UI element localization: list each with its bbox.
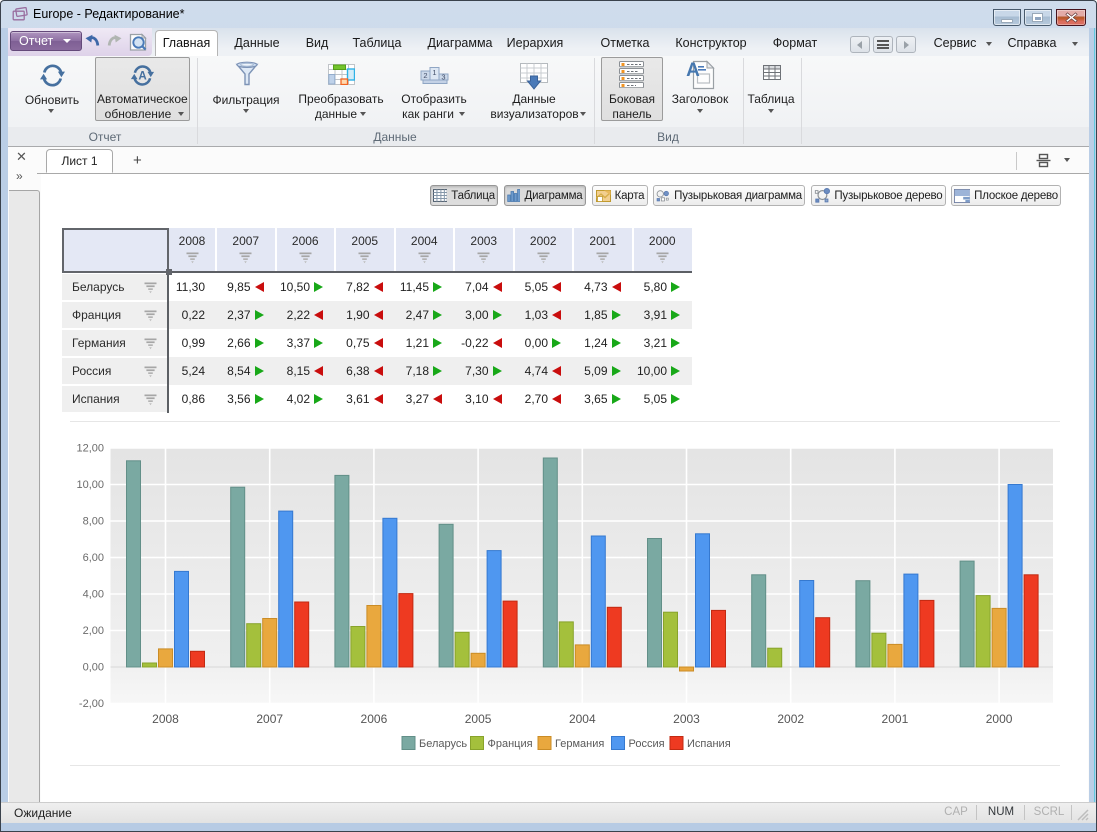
svg-text:4,00: 4,00: [83, 589, 104, 601]
svg-text:0,00: 0,00: [83, 662, 104, 674]
svg-text:2,00: 2,00: [83, 625, 104, 637]
svg-text:2002: 2002: [777, 712, 804, 726]
svg-text:8,00: 8,00: [83, 516, 104, 528]
svg-text:2004: 2004: [569, 712, 596, 726]
svg-text:2001: 2001: [882, 712, 909, 726]
svg-text:Беларусь: Беларусь: [419, 738, 467, 750]
svg-text:Испания: Испания: [687, 738, 731, 750]
svg-text:Россия: Россия: [629, 738, 665, 750]
svg-text:10,00: 10,00: [76, 479, 104, 491]
svg-text:6,00: 6,00: [83, 552, 104, 564]
svg-text:2003: 2003: [673, 712, 700, 726]
svg-text:2006: 2006: [361, 712, 388, 726]
svg-text:Франция: Франция: [488, 738, 533, 750]
svg-text:2007: 2007: [256, 712, 283, 726]
svg-text:-2,00: -2,00: [79, 698, 104, 710]
svg-text:2005: 2005: [465, 712, 492, 726]
svg-text:2008: 2008: [152, 712, 179, 726]
svg-text:12,00: 12,00: [76, 443, 104, 455]
svg-text:Германия: Германия: [555, 738, 604, 750]
svg-text:2000: 2000: [986, 712, 1013, 726]
